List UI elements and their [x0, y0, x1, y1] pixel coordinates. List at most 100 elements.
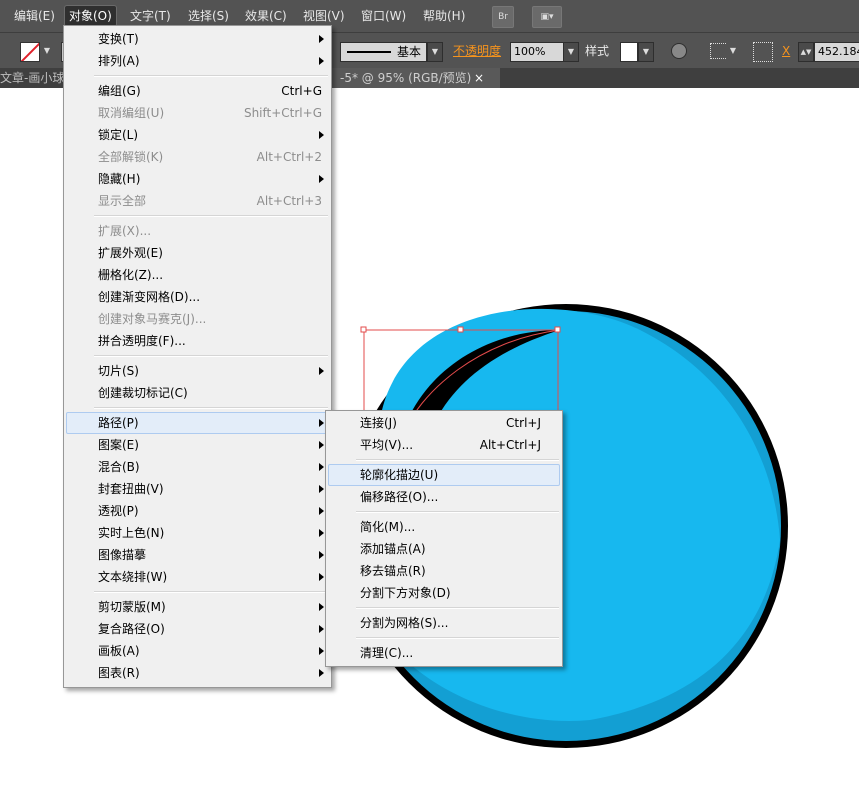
path-submenu-item[interactable]: 轮廓化描边(U) — [360, 464, 541, 486]
menu-view[interactable]: 视图(V) — [299, 6, 349, 26]
object-menu-item-label: 切片(S) — [98, 364, 139, 378]
object-menu-item[interactable]: 实时上色(N) — [98, 522, 324, 544]
object-menu-item[interactable]: 切片(S) — [98, 360, 324, 382]
object-menu-item[interactable]: 锁定(L) — [98, 124, 324, 146]
fill-dropdown-icon[interactable]: ▼ — [40, 42, 54, 60]
object-menu-item[interactable]: 扩展外观(E) — [98, 242, 322, 264]
tab-document-left[interactable]: 文章-画小球 — [0, 68, 63, 88]
object-menu-item[interactable]: 创建渐变网格(D)... — [98, 286, 322, 308]
object-menu-item[interactable]: 复合路径(O) — [98, 618, 324, 640]
opacity-input[interactable]: 100% — [510, 42, 564, 62]
path-submenu-item[interactable]: 清理(C)... — [360, 642, 541, 664]
recolor-artwork-icon[interactable] — [671, 43, 687, 59]
object-menu-item-label: 变换(T) — [98, 32, 139, 46]
object-menu-item[interactable]: 图像描摹 — [98, 544, 324, 566]
path-submenu-item[interactable]: 分割下方对象(D) — [360, 582, 541, 604]
submenu-arrow-icon — [319, 57, 324, 65]
align-options-arrow-icon[interactable]: ▼ — [726, 42, 740, 60]
object-menu-item[interactable]: 文本绕排(W) — [98, 566, 324, 588]
submenu-arrow-icon — [319, 35, 324, 43]
tab-document-active[interactable]: -5* @ 95% (RGB/预览) × — [332, 68, 500, 88]
object-menu-item[interactable]: 编组(G) Ctrl+G — [98, 80, 322, 102]
opacity-arrow-icon[interactable]: ▼ — [563, 42, 579, 62]
object-menu-item[interactable]: 创建裁切标记(C) — [98, 382, 322, 404]
path-submenu-item[interactable]: 平均(V)... Alt+Ctrl+J — [360, 434, 541, 456]
object-menu-item[interactable]: 混合(B) — [98, 456, 324, 478]
menu-edit[interactable]: 编辑(E) — [10, 6, 59, 26]
anchor-handle[interactable] — [554, 326, 561, 333]
path-submenu-item[interactable]: 偏移路径(O)... — [360, 486, 541, 508]
x-label[interactable]: X — [782, 43, 790, 59]
style-swatch[interactable] — [620, 42, 638, 62]
path-submenu-item-label: 连接(J) — [360, 416, 397, 430]
tab-close-icon[interactable]: × — [474, 68, 484, 88]
submenu-arrow-icon — [319, 573, 324, 581]
submenu-arrow-icon — [319, 419, 324, 427]
object-menu-item[interactable]: 变换(T) — [98, 28, 324, 50]
object-menu-item-label: 文本绕排(W) — [98, 570, 168, 584]
submenu-arrow-icon — [319, 625, 324, 633]
object-menu-item[interactable]: 排列(A) — [98, 50, 324, 72]
object-menu-item-label: 封套扭曲(V) — [98, 482, 164, 496]
path-submenu-item-label: 添加锚点(A) — [360, 542, 426, 556]
object-menu-item: 全部解锁(K) Alt+Ctrl+2 — [98, 146, 322, 168]
submenu-arrow-icon — [319, 529, 324, 537]
stroke-profile-label: 基本 — [397, 45, 422, 59]
menu-help[interactable]: 帮助(H) — [419, 6, 469, 26]
object-menu-item-label: 实时上色(N) — [98, 526, 165, 540]
reference-point-icon[interactable] — [753, 42, 773, 62]
object-menu-item-shortcut: Ctrl+G — [281, 84, 322, 98]
menu-separator — [94, 355, 328, 357]
object-menu-item-shortcut: Alt+Ctrl+2 — [256, 150, 322, 164]
path-submenu-item-label: 分割为网格(S)... — [360, 616, 449, 630]
menu-type[interactable]: 文字(T) — [126, 6, 175, 26]
menu-separator — [94, 75, 328, 77]
path-submenu-item[interactable]: 分割为网格(S)... — [360, 612, 541, 634]
tab-document-title: -5* @ 95% (RGB/预览) — [340, 71, 472, 85]
x-input[interactable]: 452.184 — [814, 42, 859, 62]
arrange-documents-icon[interactable]: ▣▾ — [532, 6, 562, 28]
opacity-label[interactable]: 不透明度 — [453, 43, 501, 59]
path-submenu-item-label: 清理(C)... — [360, 646, 414, 660]
menu-object[interactable]: 对象(O) — [64, 5, 117, 27]
menu-separator — [356, 511, 559, 513]
anchor-handle[interactable] — [457, 326, 464, 333]
path-submenu-item-label: 简化(M)... — [360, 520, 416, 534]
anchor-handle[interactable] — [360, 326, 367, 333]
path-submenu-item-shortcut: Ctrl+J — [506, 416, 541, 430]
object-menu-item[interactable]: 画板(A) — [98, 640, 324, 662]
object-menu-item-label: 显示全部 — [98, 194, 147, 208]
object-menu-item[interactable]: 透视(P) — [98, 500, 324, 522]
object-menu-item: 扩展(X)... — [98, 220, 322, 242]
bridge-icon[interactable]: Br — [492, 6, 514, 28]
object-menu-item[interactable]: 图表(R) — [98, 662, 324, 684]
menu-window[interactable]: 窗口(W) — [357, 6, 410, 26]
menu-select[interactable]: 选择(S) — [184, 6, 233, 26]
menu-effect[interactable]: 效果(C) — [241, 6, 291, 26]
object-menu-item: 显示全部 Alt+Ctrl+3 — [98, 190, 322, 212]
path-submenu-item[interactable]: 连接(J) Ctrl+J — [360, 412, 541, 434]
style-arrow-icon[interactable]: ▼ — [638, 42, 654, 62]
object-menu-item[interactable]: 栅格化(Z)... — [98, 264, 322, 286]
object-menu: 变换(T) 排列(A) 编组(G) Ctrl+G 取消编组(U) Shift+Ctrl+G… — [63, 25, 332, 688]
stroke-profile-select[interactable]: 基本 — [340, 42, 427, 62]
menu-separator — [94, 407, 328, 409]
object-menu-item[interactable]: 剪切蒙版(M) — [98, 596, 324, 618]
object-menu-item-label: 拼合透明度(F)... — [98, 334, 186, 348]
object-menu-item[interactable]: 封套扭曲(V) — [98, 478, 324, 500]
menu-separator — [356, 459, 559, 461]
path-submenu-item-label: 分割下方对象(D) — [360, 586, 451, 600]
object-menu-item-shortcut: Shift+Ctrl+G — [243, 106, 322, 120]
object-menu-item[interactable]: 路径(P) — [98, 412, 324, 434]
object-menu-item[interactable]: 隐藏(H) — [98, 168, 324, 190]
object-menu-item[interactable]: 图案(E) — [98, 434, 324, 456]
x-stepper-icon[interactable]: ▲▼ — [798, 42, 814, 62]
path-submenu-item[interactable]: 移去锚点(R) — [360, 560, 541, 582]
fill-swatch[interactable] — [20, 42, 40, 62]
path-submenu-item[interactable]: 添加锚点(A) — [360, 538, 541, 560]
object-menu-item[interactable]: 拼合透明度(F)... — [98, 330, 322, 352]
stroke-profile-arrow-icon[interactable]: ▼ — [427, 42, 443, 62]
path-submenu-item[interactable]: 简化(M)... — [360, 516, 541, 538]
menu-separator — [356, 637, 559, 639]
object-menu-item-label: 隐藏(H) — [98, 172, 141, 186]
